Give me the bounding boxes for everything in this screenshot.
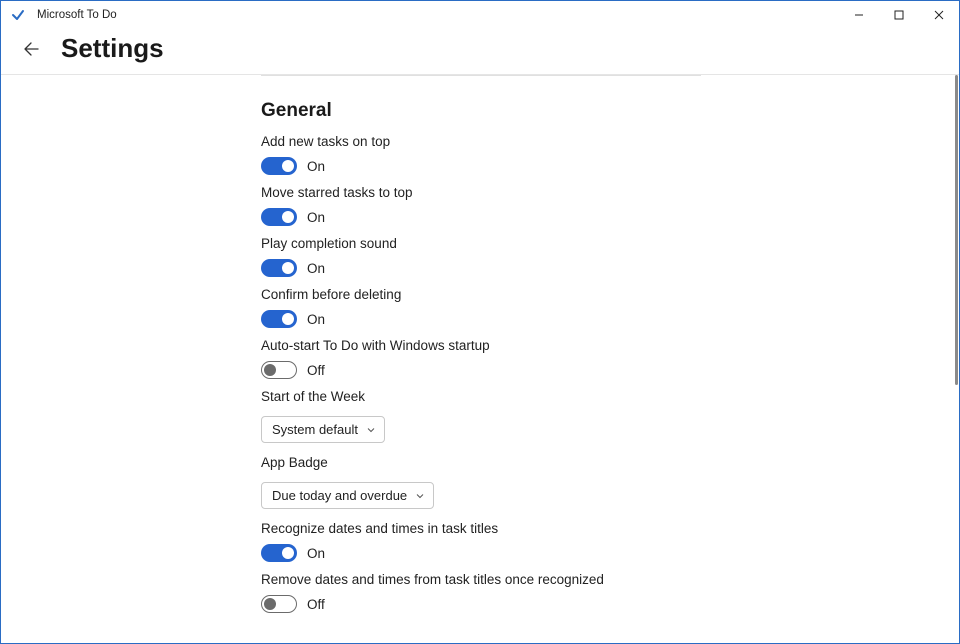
page-header: Settings — [1, 29, 959, 75]
setting-play-sound: Play completion sound On — [261, 236, 761, 277]
app-icon — [11, 8, 25, 22]
setting-add-tasks-top: Add new tasks on top On — [261, 134, 761, 175]
divider — [261, 75, 701, 76]
toggle-state: Off — [307, 363, 325, 378]
content-area: General Add new tasks on top On Move sta… — [1, 75, 959, 643]
page-title: Settings — [61, 33, 164, 64]
select-app-badge[interactable]: Due today and overdue — [261, 482, 434, 509]
select-start-of-week[interactable]: System default — [261, 416, 385, 443]
toggle-state: On — [307, 159, 325, 174]
toggle-state: On — [307, 312, 325, 327]
toggle-move-starred-top[interactable] — [261, 208, 297, 226]
setting-remove-dates: Remove dates and times from task titles … — [261, 572, 761, 613]
setting-start-of-week: Start of the Week System default — [261, 389, 761, 445]
close-button[interactable] — [919, 1, 959, 29]
select-value: System default — [272, 422, 358, 437]
toggle-state: Off — [307, 597, 325, 612]
toggle-recognize-dates[interactable] — [261, 544, 297, 562]
toggle-state: On — [307, 261, 325, 276]
setting-app-badge: App Badge Due today and overdue — [261, 455, 761, 511]
minimize-button[interactable] — [839, 1, 879, 29]
setting-move-starred-top: Move starred tasks to top On — [261, 185, 761, 226]
title-bar: Microsoft To Do — [1, 1, 959, 29]
setting-label: Play completion sound — [261, 236, 761, 251]
toggle-remove-dates[interactable] — [261, 595, 297, 613]
setting-confirm-delete: Confirm before deleting On — [261, 287, 761, 328]
toggle-state: On — [307, 546, 325, 561]
maximize-button[interactable] — [879, 1, 919, 29]
setting-label: Add new tasks on top — [261, 134, 761, 149]
setting-label: Auto-start To Do with Windows startup — [261, 338, 761, 353]
chevron-down-icon — [415, 491, 425, 501]
setting-label: Confirm before deleting — [261, 287, 761, 302]
back-button[interactable] — [19, 37, 43, 61]
toggle-add-tasks-top[interactable] — [261, 157, 297, 175]
app-title: Microsoft To Do — [37, 9, 117, 21]
setting-auto-start: Auto-start To Do with Windows startup Of… — [261, 338, 761, 379]
toggle-play-sound[interactable] — [261, 259, 297, 277]
chevron-down-icon — [366, 425, 376, 435]
setting-label: Start of the Week — [261, 389, 761, 404]
select-value: Due today and overdue — [272, 488, 407, 503]
section-title-general: General — [261, 100, 761, 122]
window-controls — [839, 1, 959, 29]
setting-label: Move starred tasks to top — [261, 185, 761, 200]
toggle-auto-start[interactable] — [261, 361, 297, 379]
toggle-state: On — [307, 210, 325, 225]
toggle-confirm-delete[interactable] — [261, 310, 297, 328]
setting-label: Remove dates and times from task titles … — [261, 572, 761, 587]
setting-recognize-dates: Recognize dates and times in task titles… — [261, 521, 761, 562]
setting-label: Recognize dates and times in task titles — [261, 521, 761, 536]
setting-label: App Badge — [261, 455, 761, 470]
